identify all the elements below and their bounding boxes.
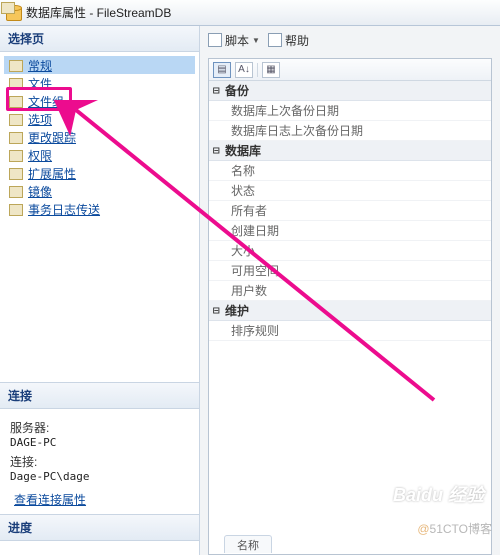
category-label: 备份 xyxy=(225,82,249,99)
category-label: 维护 xyxy=(225,302,249,319)
content-panel: 脚本 ▼ 帮助 ▤ A↓ ▦ ⊟备份数据库上次备份日期数据库日志上次备份日期⊟数… xyxy=(200,26,500,555)
script-icon xyxy=(208,33,222,47)
property-value xyxy=(369,261,491,280)
property-row[interactable]: 名称 xyxy=(209,161,491,181)
connection-header: 连接 xyxy=(0,383,199,409)
property-row[interactable]: 大小 xyxy=(209,241,491,261)
page-icon xyxy=(8,166,24,180)
category-row[interactable]: ⊟维护 xyxy=(209,301,491,321)
page-icon xyxy=(8,94,24,108)
page-icon xyxy=(8,76,24,90)
property-name: 名称 xyxy=(209,161,369,180)
category-row[interactable]: ⊟备份 xyxy=(209,81,491,101)
property-name: 所有者 xyxy=(209,201,369,220)
nav-item-permissions[interactable]: 权限 xyxy=(4,146,195,164)
property-value xyxy=(369,201,491,220)
property-row[interactable]: 用户数 xyxy=(209,281,491,301)
property-name: 数据库上次备份日期 xyxy=(209,101,369,120)
property-name: 创建日期 xyxy=(209,221,369,240)
page-icon xyxy=(8,112,24,126)
progress-header: 进度 xyxy=(0,515,199,541)
page-icon xyxy=(8,202,24,216)
categorized-button[interactable]: ▤ xyxy=(213,62,231,78)
main-layout: 选择页 常规 文件 文件组 选项 更改跟踪 权限 扩展属性 镜像 事务日志传送 … xyxy=(0,26,500,555)
grid-pages-button[interactable]: ▦ xyxy=(262,62,280,78)
property-value xyxy=(369,101,491,120)
sidebar: 选择页 常规 文件 文件组 选项 更改跟踪 权限 扩展属性 镜像 事务日志传送 … xyxy=(0,26,200,555)
property-value xyxy=(369,161,491,180)
property-name: 可用空间 xyxy=(209,261,369,280)
page-icon xyxy=(8,58,24,72)
collapse-icon[interactable]: ⊟ xyxy=(213,144,225,157)
property-name: 数据库日志上次备份日期 xyxy=(209,121,369,140)
window-title: 数据库属性 - FileStreamDB xyxy=(26,4,171,21)
page-icon xyxy=(8,184,24,198)
property-row[interactable]: 排序规则 xyxy=(209,321,491,341)
property-value xyxy=(369,121,491,140)
nav-item-logship[interactable]: 事务日志传送 xyxy=(4,200,195,218)
property-value xyxy=(369,181,491,200)
property-grid: ▤ A↓ ▦ ⊟备份数据库上次备份日期数据库日志上次备份日期⊟数据库名称状态所有… xyxy=(208,58,492,555)
help-icon xyxy=(268,33,282,47)
nav-item-mirror[interactable]: 镜像 xyxy=(4,182,195,200)
property-row[interactable]: 所有者 xyxy=(209,201,491,221)
view-connection-link[interactable]: 查看连接属性 xyxy=(14,491,86,508)
collapse-icon[interactable]: ⊟ xyxy=(213,304,225,317)
help-button[interactable]: 帮助 xyxy=(268,32,309,49)
conn-label: 连接: xyxy=(10,453,189,470)
property-name: 状态 xyxy=(209,181,369,200)
category-row[interactable]: ⊟数据库 xyxy=(209,141,491,161)
property-name: 用户数 xyxy=(209,281,369,300)
property-row[interactable]: 可用空间 xyxy=(209,261,491,281)
property-value xyxy=(369,221,491,240)
window-titlebar: 数据库属性 - FileStreamDB xyxy=(0,0,500,26)
content-toolbar: 脚本 ▼ 帮助 xyxy=(200,26,500,54)
server-value: DAGE-PC xyxy=(10,436,189,449)
sidebar-header: 选择页 xyxy=(0,26,199,52)
conn-value: Dage-PC\dage xyxy=(10,470,189,483)
nav-item-options[interactable]: 选项 xyxy=(4,110,195,128)
nav-item-changetracking[interactable]: 更改跟踪 xyxy=(4,128,195,146)
property-value xyxy=(369,241,491,260)
property-row[interactable]: 创建日期 xyxy=(209,221,491,241)
page-icon xyxy=(8,130,24,144)
property-name: 排序规则 xyxy=(209,321,369,340)
property-value xyxy=(369,281,491,300)
toolbar-divider xyxy=(257,63,258,77)
property-row[interactable]: 数据库日志上次备份日期 xyxy=(209,121,491,141)
server-label: 服务器: xyxy=(10,419,189,436)
nav-item-extprops[interactable]: 扩展属性 xyxy=(4,164,195,182)
property-row[interactable]: 状态 xyxy=(209,181,491,201)
script-button[interactable]: 脚本 ▼ xyxy=(208,32,260,49)
nav-item-filegroups[interactable]: 文件组 xyxy=(4,92,195,110)
property-value xyxy=(369,321,491,340)
property-row[interactable]: 数据库上次备份日期 xyxy=(209,101,491,121)
chevron-down-icon: ▼ xyxy=(252,36,260,45)
connection-panel: 连接 服务器: DAGE-PC 连接: Dage-PC\dage 查看连接属性 xyxy=(0,382,199,514)
page-icon xyxy=(8,148,24,162)
category-label: 数据库 xyxy=(225,142,261,159)
grid-body: ⊟备份数据库上次备份日期数据库日志上次备份日期⊟数据库名称状态所有者创建日期大小… xyxy=(209,81,491,341)
property-name: 大小 xyxy=(209,241,369,260)
nav-item-files[interactable]: 文件 xyxy=(4,74,195,92)
nav-list: 常规 文件 文件组 选项 更改跟踪 权限 扩展属性 镜像 事务日志传送 xyxy=(0,52,199,222)
alphabetical-button[interactable]: A↓ xyxy=(235,62,253,78)
collapse-icon[interactable]: ⊟ xyxy=(213,84,225,97)
progress-panel: 进度 xyxy=(0,514,199,555)
grid-toolbar: ▤ A↓ ▦ xyxy=(209,59,491,81)
nav-item-general[interactable]: 常规 xyxy=(4,56,195,74)
bottom-tab[interactable]: 名称 xyxy=(224,535,272,553)
